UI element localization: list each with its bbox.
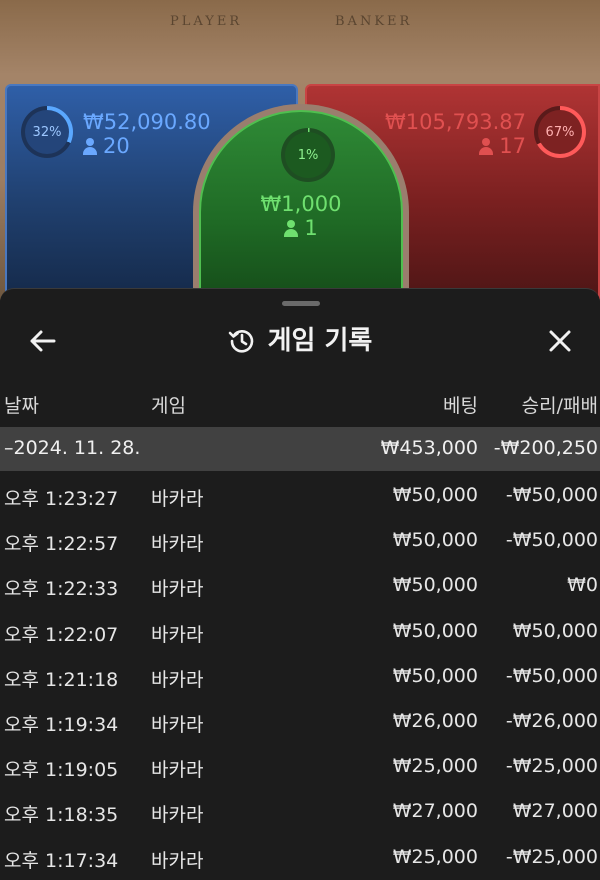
history-column-headers: 날짜 게임 베팅 승리/패배 bbox=[0, 391, 600, 419]
row-game: 바카라 bbox=[151, 804, 204, 827]
history-row[interactable]: 오후 1:22:07 바카라 ₩50,000 ₩50,000 bbox=[0, 608, 600, 653]
tie-percent-ring: 1% bbox=[281, 128, 335, 182]
sheet-drag-handle[interactable] bbox=[282, 301, 320, 306]
game-table: PLAYER BANKER 32% ₩52,090.80 20 67% ₩105… bbox=[0, 0, 600, 304]
row-result: ₩50,000 bbox=[512, 619, 598, 642]
close-icon bbox=[549, 330, 571, 352]
history-row[interactable]: 오후 1:19:05 바카라 ₩25,000 -₩25,000 bbox=[0, 743, 600, 788]
row-game: 바카라 bbox=[151, 623, 204, 646]
banker-percent: 67% bbox=[545, 124, 575, 140]
day-bet-total: ₩453,000 bbox=[380, 437, 478, 459]
row-game: 바카라 bbox=[151, 533, 204, 556]
person-icon bbox=[284, 219, 299, 237]
row-time: 오후 1:22:07 bbox=[4, 623, 119, 646]
row-game: 바카라 bbox=[151, 488, 204, 510]
row-bet: ₩50,000 bbox=[392, 619, 478, 642]
person-icon bbox=[83, 137, 97, 155]
banker-felt-label: BANKER bbox=[335, 14, 413, 29]
row-result: ₩27,000 bbox=[512, 800, 598, 823]
row-time: 오후 1:22:33 bbox=[4, 578, 119, 601]
banker-stats: ₩105,793.87 17 bbox=[385, 110, 526, 158]
history-icon bbox=[228, 329, 253, 353]
tie-stats: ₩1,000 1 bbox=[201, 192, 401, 240]
banker-amount: ₩105,793.87 bbox=[384, 110, 526, 134]
player-percent: 32% bbox=[32, 124, 62, 140]
row-result: -₩25,000 bbox=[505, 845, 598, 868]
column-bet: 베팅 bbox=[443, 395, 478, 417]
row-time: 오후 1:23:27 bbox=[4, 488, 119, 510]
app-root: PLAYER BANKER 32% ₩52,090.80 20 67% ₩105… bbox=[0, 0, 600, 880]
row-game: 바카라 bbox=[151, 759, 204, 782]
row-time: 오후 1:21:18 bbox=[4, 668, 119, 691]
row-game: 바카라 bbox=[151, 849, 204, 872]
row-result: -₩50,000 bbox=[505, 484, 598, 506]
column-result: 승리/패배 bbox=[521, 395, 598, 417]
history-row[interactable]: 오후 1:17:34 바카라 ₩25,000 -₩25,000 bbox=[0, 834, 600, 879]
row-result: -₩26,000 bbox=[505, 709, 598, 732]
row-result: -₩50,000 bbox=[505, 664, 598, 687]
row-time: 오후 1:19:05 bbox=[4, 759, 119, 782]
row-time: 오후 1:22:57 bbox=[4, 533, 119, 556]
row-result: -₩25,000 bbox=[505, 755, 598, 778]
row-bet: ₩25,000 bbox=[392, 845, 478, 868]
banker-count: 17 bbox=[499, 134, 526, 158]
history-list: 오후 1:23:27 바카라 ₩50,000 -₩50,000 오후 1:22:… bbox=[0, 472, 600, 879]
day-summary-row[interactable]: –2024. 11. 28. ₩453,000 -₩200,250 bbox=[0, 427, 600, 471]
row-result: -₩50,000 bbox=[505, 529, 598, 552]
history-title: 게임 기록 bbox=[267, 326, 373, 356]
row-bet: ₩26,000 bbox=[392, 709, 478, 732]
history-header: 게임 기록 bbox=[0, 319, 600, 363]
column-game: 게임 bbox=[151, 395, 186, 417]
row-bet: ₩50,000 bbox=[392, 484, 478, 506]
tie-amount: ₩1,000 bbox=[260, 192, 342, 216]
day-label: –2024. 11. 28. bbox=[4, 437, 141, 459]
row-game: 바카라 bbox=[151, 578, 204, 601]
row-time: 오후 1:19:34 bbox=[4, 713, 119, 736]
tie-bet-panel[interactable]: 1% ₩1,000 1 bbox=[193, 104, 409, 304]
player-amount: ₩52,090.80 bbox=[83, 110, 211, 134]
player-count: 20 bbox=[103, 134, 130, 158]
player-felt-label: PLAYER bbox=[170, 14, 243, 29]
row-bet: ₩50,000 bbox=[392, 664, 478, 687]
row-bet: ₩50,000 bbox=[392, 529, 478, 552]
column-date: 날짜 bbox=[4, 395, 39, 417]
row-game: 바카라 bbox=[151, 713, 204, 736]
history-row[interactable]: 오후 1:21:18 바카라 ₩50,000 -₩50,000 bbox=[0, 653, 600, 698]
history-row[interactable]: 오후 1:19:34 바카라 ₩26,000 -₩26,000 bbox=[0, 698, 600, 743]
row-time: 오후 1:17:34 bbox=[4, 849, 119, 872]
tie-percent: 1% bbox=[297, 147, 319, 163]
history-title-group: 게임 기록 bbox=[0, 323, 600, 359]
tie-felt: 1% ₩1,000 1 bbox=[199, 110, 403, 298]
row-time: 오후 1:18:35 bbox=[4, 804, 119, 827]
history-row[interactable]: 오후 1:22:33 바카라 ₩50,000 ₩0 bbox=[0, 562, 600, 607]
day-result-total: -₩200,250 bbox=[493, 437, 598, 459]
tie-count: 1 bbox=[304, 216, 318, 240]
row-bet: ₩25,000 bbox=[392, 755, 478, 778]
row-bet: ₩27,000 bbox=[392, 800, 478, 823]
player-percent-ring: 32% bbox=[21, 106, 73, 158]
history-row[interactable]: 오후 1:18:35 바카라 ₩27,000 ₩27,000 bbox=[0, 788, 600, 833]
row-result: ₩0 bbox=[567, 574, 598, 597]
person-icon bbox=[479, 137, 494, 155]
row-bet: ₩50,000 bbox=[392, 574, 478, 597]
history-row[interactable]: 오후 1:23:27 바카라 ₩50,000 -₩50,000 bbox=[0, 472, 600, 517]
row-game: 바카라 bbox=[151, 668, 204, 691]
player-stats: ₩52,090.80 20 bbox=[83, 110, 211, 158]
close-button[interactable] bbox=[540, 321, 580, 361]
game-history-sheet: 게임 기록 날짜 게임 베팅 승리/패배 –2024. 11. 28. ₩453… bbox=[0, 288, 600, 880]
history-row[interactable]: 오후 1:22:57 바카라 ₩50,000 -₩50,000 bbox=[0, 517, 600, 562]
banker-percent-ring: 67% bbox=[534, 106, 586, 158]
